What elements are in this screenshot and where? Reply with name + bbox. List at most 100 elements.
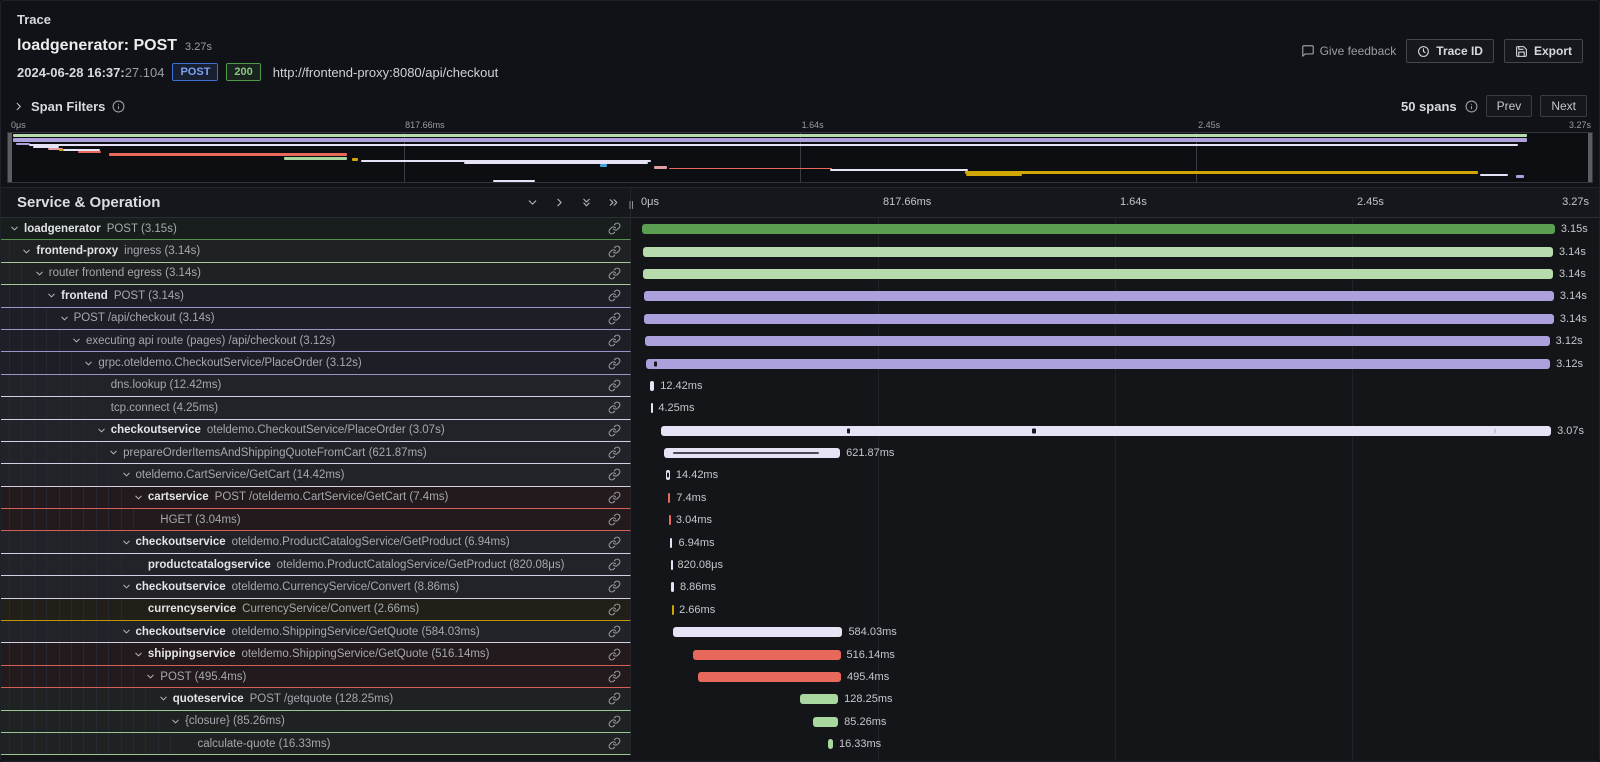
span-row[interactable]: POST /api/checkout (3.14s) 3.14s [1,308,1599,330]
span-link-icon[interactable] [608,357,621,370]
span-expand-chevron[interactable] [71,335,86,346]
span-bar[interactable] [651,403,653,413]
span-expand-chevron[interactable] [96,425,111,436]
span-link-icon[interactable] [608,222,621,235]
give-feedback-button[interactable]: Give feedback [1301,44,1397,58]
span-bar[interactable] [650,381,654,391]
span-row[interactable]: {closure} (85.26ms) 85.26ms [1,711,1599,733]
span-expand-chevron[interactable] [83,358,98,369]
expand-all-icon[interactable] [607,196,620,209]
span-bar[interactable] [813,717,839,727]
span-expand-chevron[interactable] [121,581,136,592]
span-expand-chevron[interactable] [21,246,36,257]
span-row[interactable]: productcatalogservice oteldemo.ProductCa… [1,554,1599,576]
span-link-icon[interactable] [608,513,621,526]
prev-button[interactable]: Prev [1486,95,1533,117]
span-row[interactable]: tcp.connect (4.25ms) 4.25ms [1,397,1599,419]
span-expand-chevron[interactable] [34,268,49,279]
span-expand-chevron[interactable] [121,626,136,637]
minimap-right-handle[interactable] [1588,133,1592,182]
span-bar[interactable] [671,582,674,592]
span-expand-chevron[interactable] [121,537,136,548]
span-link-icon[interactable] [608,715,621,728]
span-link-icon[interactable] [608,536,621,549]
span-link-icon[interactable] [608,379,621,392]
span-bar[interactable] [661,426,1551,436]
span-bar[interactable] [664,448,840,458]
span-link-icon[interactable] [608,468,621,481]
span-bar[interactable] [671,560,673,570]
span-link-icon[interactable] [608,580,621,593]
span-bar[interactable] [644,314,1554,324]
span-expand-chevron[interactable] [108,447,123,458]
span-row[interactable]: calculate-quote (16.33ms) 16.33ms [1,733,1599,755]
span-link-icon[interactable] [608,312,621,325]
column-resize-grip[interactable] [625,196,637,214]
span-expand-chevron[interactable] [145,671,160,682]
span-link-icon[interactable] [608,267,621,280]
span-bar[interactable] [668,493,670,503]
span-bar[interactable] [646,359,1550,369]
span-bar[interactable] [643,269,1553,279]
span-expand-chevron[interactable] [121,469,136,480]
span-bar[interactable] [644,291,1554,301]
span-link-icon[interactable] [608,692,621,705]
span-row[interactable]: cartservice POST /oteldemo.CartService/G… [1,487,1599,509]
span-bar[interactable] [643,247,1553,257]
span-bar[interactable] [828,739,833,749]
expand-one-icon[interactable] [553,196,566,209]
collapse-one-icon[interactable] [526,196,539,209]
info-icon[interactable] [1465,100,1478,113]
span-bar[interactable] [669,515,671,525]
span-bar[interactable] [800,694,838,704]
span-row[interactable]: router frontend egress (3.14s) 3.14s [1,263,1599,285]
span-row[interactable]: shippingservice oteldemo.ShippingService… [1,643,1599,665]
span-bar[interactable] [693,650,841,660]
span-row[interactable]: checkoutservice oteldemo.ShippingService… [1,621,1599,643]
span-expand-chevron[interactable] [133,649,148,660]
span-row[interactable]: dns.lookup (12.42ms) 12.42ms [1,375,1599,397]
span-bar[interactable] [645,336,1549,346]
span-row[interactable]: HGET (3.04ms) 3.04ms [1,509,1599,531]
span-link-icon[interactable] [608,670,621,683]
span-row[interactable]: frontend-proxy ingress (3.14s) 3.14s [1,240,1599,262]
span-expand-chevron[interactable] [170,716,185,727]
span-row[interactable]: quoteservice POST /getquote (128.25ms) 1… [1,688,1599,710]
span-row[interactable]: grpc.oteldemo.CheckoutService/PlaceOrder… [1,352,1599,374]
span-link-icon[interactable] [608,401,621,414]
span-link-icon[interactable] [608,737,621,750]
span-link-icon[interactable] [608,289,621,302]
next-button[interactable]: Next [1540,95,1587,117]
span-expand-chevron[interactable] [133,492,148,503]
span-bar[interactable] [673,627,843,637]
span-row[interactable]: executing api route (pages) /api/checkou… [1,330,1599,352]
minimap-left-handle[interactable] [8,133,12,182]
span-expand-chevron[interactable] [59,313,74,324]
span-link-icon[interactable] [608,245,621,258]
span-bar[interactable] [698,672,841,682]
span-row[interactable]: oteldemo.CartService/GetCart (14.42ms) 1… [1,464,1599,486]
span-filters-toggle[interactable]: Span Filters [13,99,125,114]
span-expand-chevron[interactable] [46,290,61,301]
span-bar[interactable] [642,224,1555,234]
span-row[interactable]: POST (495.4ms) 495.4ms [1,666,1599,688]
span-link-icon[interactable] [608,603,621,616]
span-row[interactable]: frontend POST (3.14s) 3.14s [1,285,1599,307]
span-row[interactable]: currencyservice CurrencyService/Convert … [1,599,1599,621]
trace-id-button[interactable]: Trace ID [1406,39,1494,63]
span-expand-chevron[interactable] [9,223,24,234]
span-link-icon[interactable] [608,491,621,504]
span-row[interactable]: checkoutservice oteldemo.ProductCatalogS… [1,531,1599,553]
span-row[interactable]: checkoutservice oteldemo.CheckoutService… [1,420,1599,442]
trace-minimap[interactable] [7,132,1593,183]
span-link-icon[interactable] [608,648,621,661]
span-link-icon[interactable] [608,424,621,437]
span-link-icon[interactable] [608,334,621,347]
info-icon[interactable] [112,100,125,113]
span-expand-chevron[interactable] [158,693,173,704]
span-row[interactable]: checkoutservice oteldemo.CurrencyService… [1,576,1599,598]
collapse-all-icon[interactable] [580,196,593,209]
export-button[interactable]: Export [1504,39,1583,63]
span-link-icon[interactable] [608,446,621,459]
span-row[interactable]: prepareOrderItemsAndShippingQuoteFromCar… [1,442,1599,464]
